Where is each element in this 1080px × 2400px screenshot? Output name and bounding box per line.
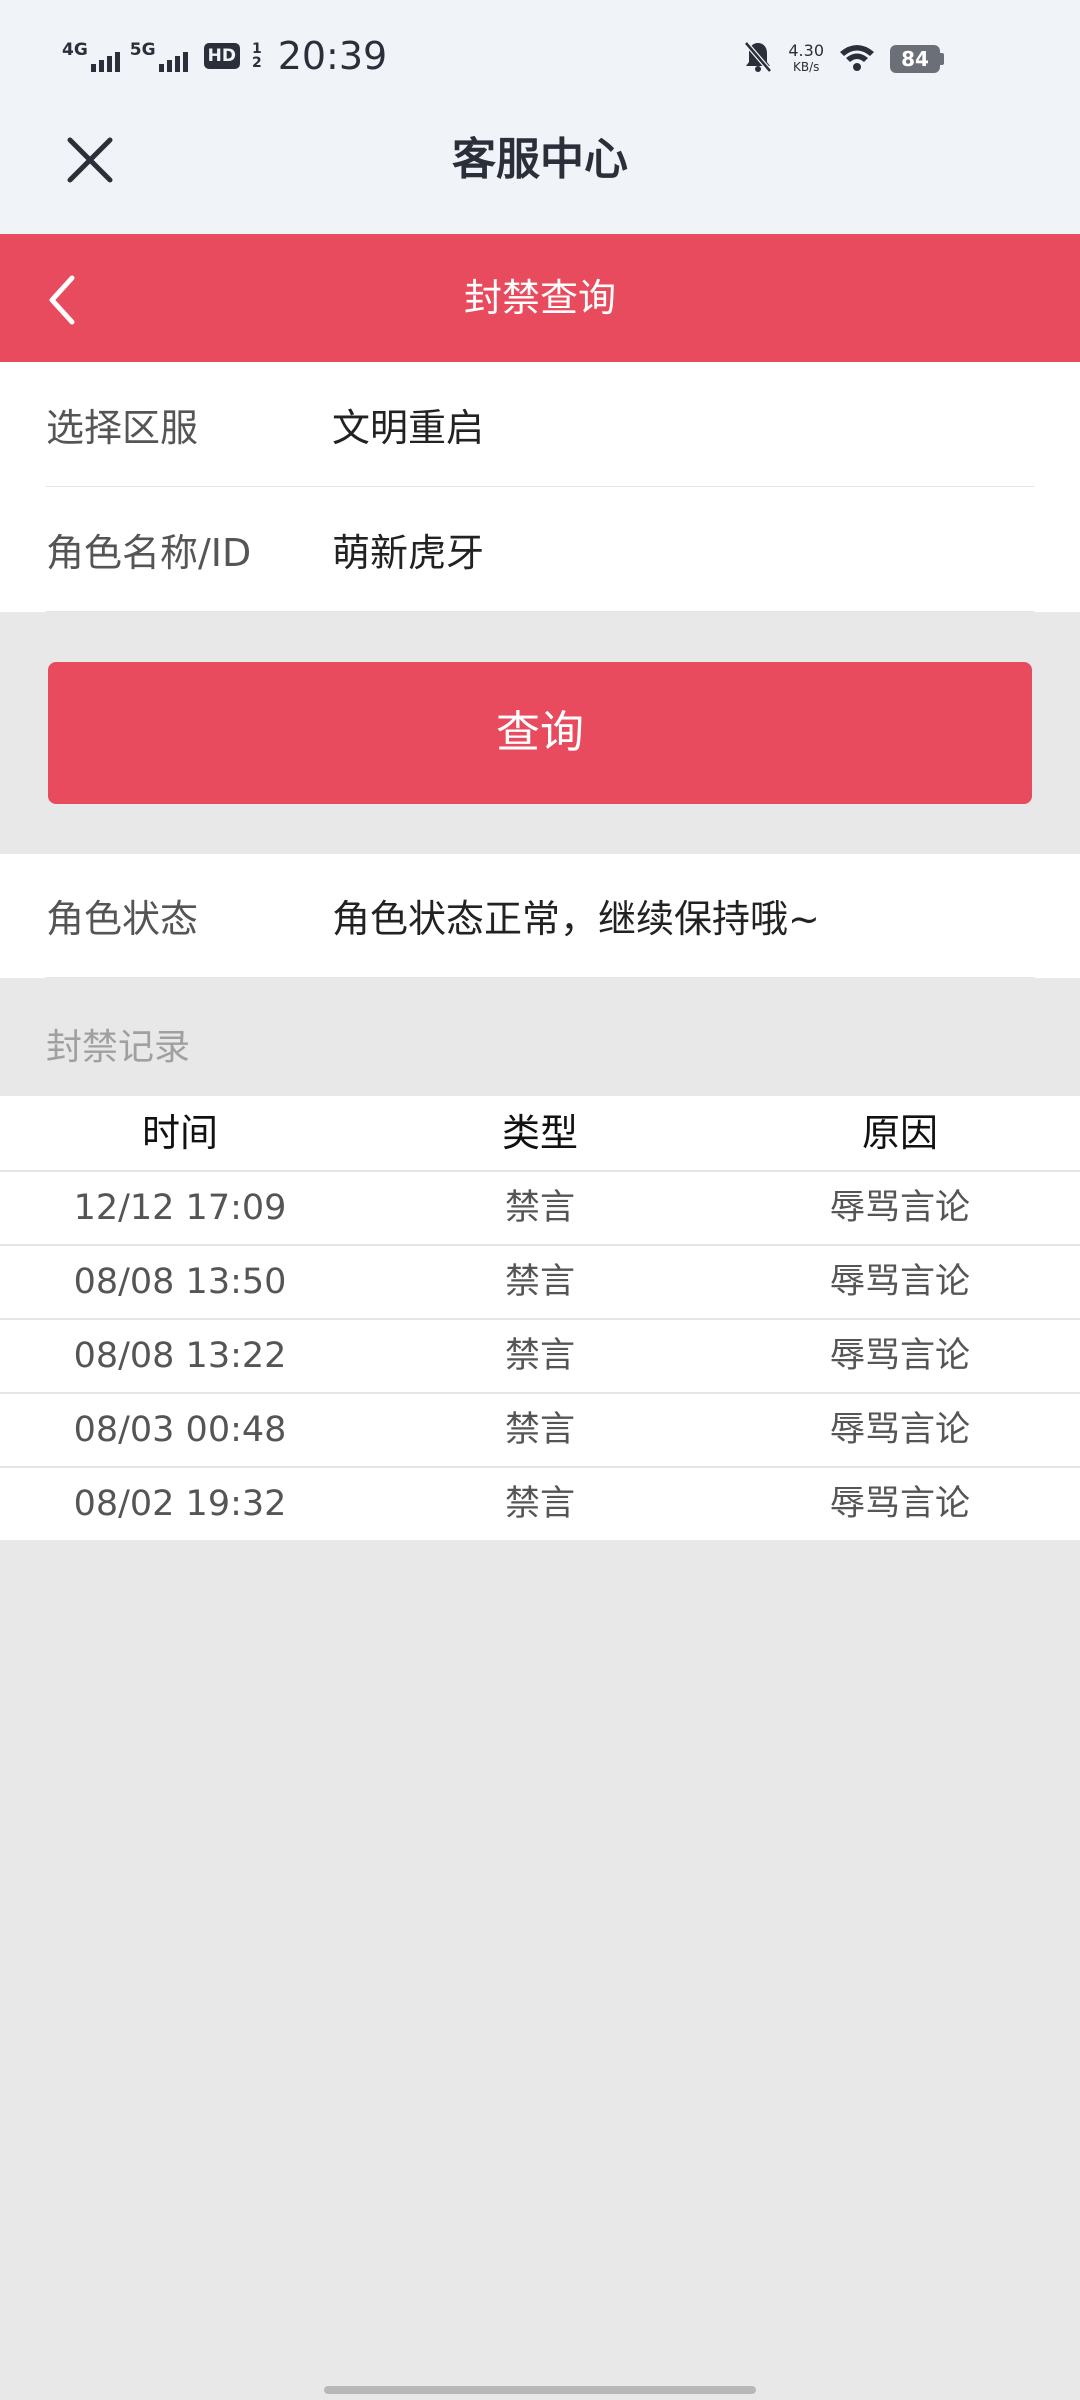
battery-level: 84 (890, 45, 940, 73)
cell-type: 禁言 (504, 1484, 575, 1524)
battery-tip (940, 53, 944, 65)
status-bar-left: 4G 5G HD 1 2 20:39 (62, 34, 387, 78)
signal-4g-icon: 4G (62, 36, 120, 76)
subheader-bar: 封禁查询 (0, 234, 1080, 362)
column-header-reason: 原因 (861, 1111, 938, 1155)
role-status-row: 角色状态 角色状态正常，继续保持哦~ (46, 854, 1034, 978)
cell-reason: 辱骂言论 (829, 1336, 970, 1376)
table-header: 时间 类型 原因 (0, 1096, 1080, 1172)
signal-bars-2 (158, 52, 188, 72)
network-speed: 4.30 KB/s (788, 43, 824, 75)
wifi-icon (838, 42, 876, 76)
table-row: 08/02 19:32 禁言 辱骂言论 (0, 1468, 1080, 1540)
server-label: 选择区服 (46, 405, 199, 450)
ban-records-table: 时间 类型 原因 12/12 17:09 禁言 辱骂言论 08/08 13:50… (0, 1096, 1080, 1540)
hd-voice-icon: HD (203, 43, 240, 69)
hd-sim-2: 2 (251, 55, 262, 71)
role-row: 角色名称/ID (46, 487, 1034, 612)
role-input[interactable] (332, 527, 932, 571)
cell-type: 禁言 (504, 1336, 575, 1376)
server-row[interactable]: 选择区服 文明重启 (46, 362, 1034, 487)
close-button[interactable] (60, 130, 120, 190)
table-row: 08/08 13:22 禁言 辱骂言论 (0, 1320, 1080, 1394)
app-header: 客服中心 (0, 120, 1080, 234)
cell-reason: 辱骂言论 (829, 1188, 970, 1228)
status-bar: 4G 5G HD 1 2 20:39 4.30 KB/s 84 (0, 0, 1080, 120)
query-form: 选择区服 文明重启 角色名称/ID (0, 362, 1080, 612)
subheader-title: 封禁查询 (463, 276, 616, 320)
cell-time: 08/03 00:48 (73, 1410, 287, 1450)
cell-type: 禁言 (504, 1262, 575, 1302)
cell-time: 08/08 13:50 (73, 1262, 287, 1302)
ban-records-title: 封禁记录 (46, 1027, 191, 1068)
close-icon (67, 137, 113, 183)
cell-reason: 辱骂言论 (829, 1262, 970, 1302)
server-select[interactable]: 文明重启 (332, 397, 484, 452)
network-type-1: 4G (62, 40, 88, 60)
cell-time: 08/08 13:22 (73, 1336, 287, 1376)
battery-icon: 84 (890, 45, 944, 73)
signal-5g-icon: 5G (130, 36, 188, 76)
network-type-2: 5G (129, 40, 156, 60)
network-speed-unit: KB/s (792, 60, 820, 74)
table-row: 12/12 17:09 禁言 辱骂言论 (0, 1172, 1080, 1246)
signal-bars-1 (90, 52, 120, 72)
cell-type: 禁言 (504, 1188, 575, 1228)
hd-sim-1: 1 (251, 41, 262, 57)
cell-time: 12/12 17:09 (73, 1188, 287, 1228)
role-label: 角色名称/ID (46, 530, 252, 575)
query-button[interactable]: 查询 (48, 662, 1032, 804)
page-title: 客服中心 (452, 134, 628, 185)
cell-reason: 辱骂言论 (829, 1484, 970, 1524)
column-header-type: 类型 (501, 1111, 578, 1155)
cell-reason: 辱骂言论 (829, 1410, 970, 1450)
clock: 20:39 (277, 34, 388, 78)
cell-type: 禁言 (504, 1410, 575, 1450)
hd-voice-sim-indicator: 1 2 (252, 42, 262, 70)
table-row: 08/03 00:48 禁言 辱骂言论 (0, 1394, 1080, 1468)
cell-time: 08/02 19:32 (73, 1484, 287, 1524)
home-indicator[interactable] (324, 2386, 756, 2394)
bell-muted-icon (742, 40, 774, 78)
role-status-label: 角色状态 (46, 897, 199, 941)
status-bar-right: 4.30 KB/s 84 (742, 40, 944, 78)
role-status-value: 角色状态正常，继续保持哦~ (332, 897, 820, 941)
table-row: 08/08 13:50 禁言 辱骂言论 (0, 1246, 1080, 1320)
chevron-left-icon (49, 275, 75, 325)
role-status-section: 角色状态 角色状态正常，继续保持哦~ (0, 854, 1080, 978)
network-speed-value: 4.30 (788, 41, 824, 60)
column-header-time: 时间 (141, 1111, 218, 1155)
back-button[interactable] (40, 272, 90, 328)
